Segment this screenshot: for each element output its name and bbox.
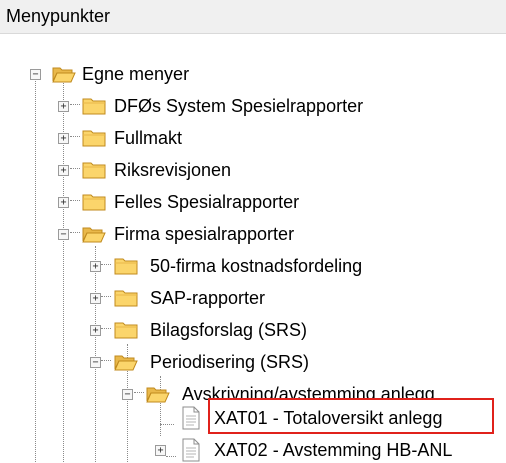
collapse-icon[interactable]: − [30,69,41,80]
tree-item-xat01[interactable]: XAT01 - Totaloversikt anlegg [176,402,496,434]
tree-line [35,72,36,462]
tree-item-label: DFØs System Spesielrapporter [114,96,364,116]
expand-icon[interactable]: + [58,133,69,144]
tree-item-dfos-system-spesielrapporter[interactable]: + DFØs System Spesielrapporter [52,90,432,122]
tree-item-label: XAT01 - Totaloversikt anlegg [214,408,443,428]
panel-title: Menypunkter [6,6,111,26]
menu-tree: − Egne menyer + DFØs System Spesielrappo… [0,34,506,463]
tree-item-label: 50-firma kostnadsfordeling [150,256,363,276]
tree-item-xat02[interactable]: + XAT02 - Avstemming HB-ANL [148,434,506,463]
document-icon [182,438,200,462]
folder-icon [114,258,138,275]
folder-icon [82,162,106,179]
collapse-icon[interactable]: − [122,389,133,400]
folder-icon [114,290,138,307]
expand-icon[interactable]: + [90,325,101,336]
tree-line [160,424,174,425]
expand-icon[interactable]: + [58,101,69,112]
expand-icon[interactable]: + [90,293,101,304]
tree-item-periodisering-srs[interactable]: − Periodisering (SRS) [84,346,364,378]
tree-item-50-firma-kostnadsfordeling[interactable]: + 50-firma kostnadsfordeling [84,250,464,282]
tree-item-firma-spesialrapporter[interactable]: − Firma spesialrapporter [52,218,352,250]
tree-item-label: Firma spesialrapporter [114,224,295,244]
tree-item-riksrevisjonen[interactable]: + Riksrevisjonen [52,154,302,186]
expand-icon[interactable]: + [58,197,69,208]
tree-item-egne-menyer[interactable]: − Egne menyer [24,58,324,90]
collapse-icon[interactable]: − [90,357,101,368]
tree-item-sap-rapporter[interactable]: + SAP-rapporter [84,282,344,314]
folder-icon [82,98,106,115]
tree-item-label: Fullmakt [114,128,183,148]
tree-item-label: XAT02 - Avstemming HB-ANL [214,440,453,460]
open-folder-icon [52,67,76,83]
collapse-icon[interactable]: − [58,229,69,240]
open-folder-icon [82,227,106,243]
tree-item-label: Egne menyer [82,64,190,84]
expand-icon[interactable]: + [90,261,101,272]
document-icon [182,406,200,430]
tree-item-label: Periodisering (SRS) [150,352,310,372]
tree-item-felles-spesialrapporter[interactable]: + Felles Spesialrapporter [52,186,352,218]
folder-icon [82,130,106,147]
panel-header: Menypunkter [0,0,506,34]
open-folder-icon [114,355,138,371]
tree-item-label: SAP-rapporter [150,288,266,308]
tree-item-label: Riksrevisjonen [114,160,232,180]
expand-icon[interactable]: + [155,445,166,456]
folder-icon [82,194,106,211]
tree-item-label: Bilagsforslag (SRS) [150,320,308,340]
tree-item-fullmakt[interactable]: + Fullmakt [52,122,252,154]
open-folder-icon [146,387,170,403]
expand-icon[interactable]: + [58,165,69,176]
tree-item-bilagsforslag-srs[interactable]: + Bilagsforslag (SRS) [84,314,364,346]
tree-item-label: Felles Spesialrapporter [114,192,300,212]
folder-icon [114,322,138,339]
